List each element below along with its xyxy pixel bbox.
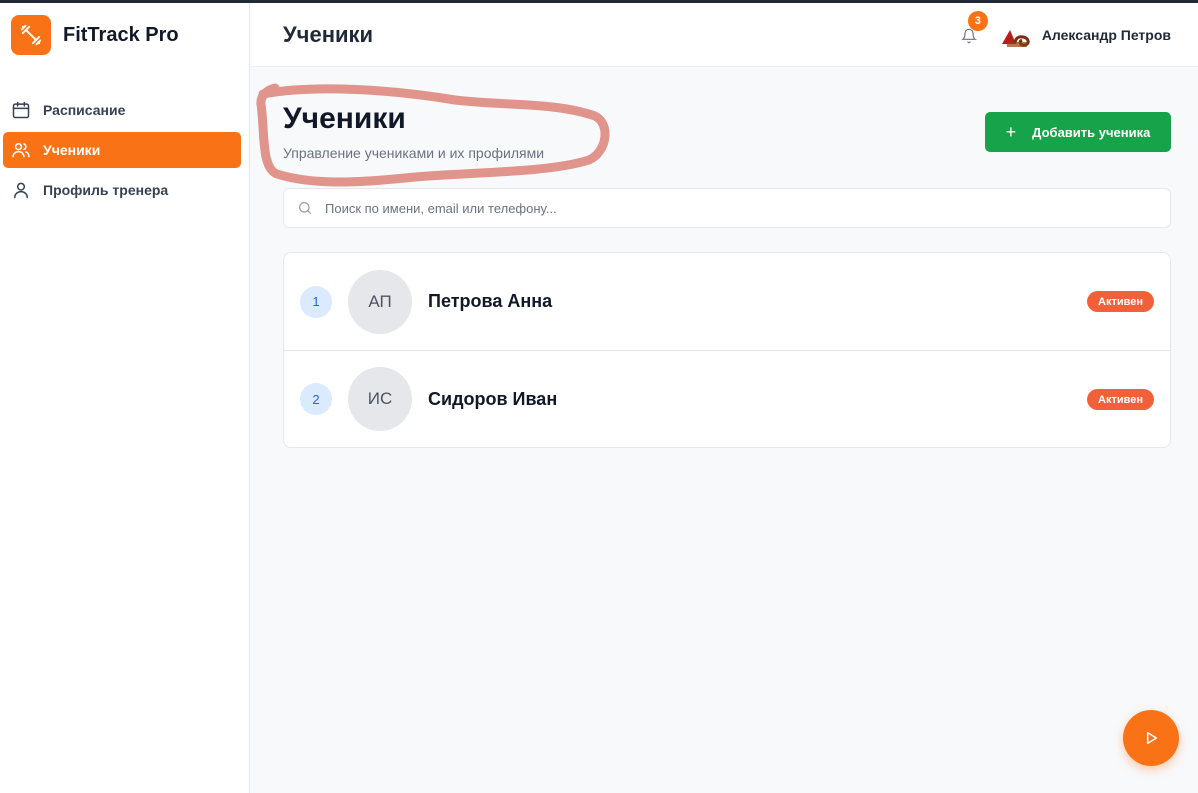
- list-item[interactable]: 2 ИС Сидоров Иван Активен: [284, 350, 1170, 447]
- add-student-button[interactable]: + Добавить ученика: [985, 112, 1171, 152]
- search-icon: [299, 202, 311, 214]
- sidebar-item-students[interactable]: Ученики: [3, 132, 241, 168]
- student-name[interactable]: Сидоров Иван: [428, 389, 557, 410]
- status-badge: Активен: [1087, 389, 1154, 410]
- search-input[interactable]: [325, 200, 1145, 216]
- student-name[interactable]: Петрова Анна: [428, 291, 552, 312]
- student-index: 1: [300, 285, 332, 318]
- search-bar[interactable]: [283, 188, 1171, 228]
- calendar-icon: [11, 100, 31, 120]
- top-header: Ученики 3 Александр Петров: [251, 3, 1198, 67]
- floating-action-button[interactable]: [1123, 710, 1179, 766]
- students-list: 1 АП Петрова Анна Активен 2 ИС Сидоров И…: [283, 252, 1171, 448]
- play-icon: [1146, 731, 1158, 745]
- notifications-button[interactable]: 3: [960, 11, 988, 45]
- user-avatar[interactable]: [998, 18, 1033, 52]
- list-item[interactable]: 1 АП Петрова Анна Активен: [284, 253, 1170, 350]
- sidebar-item-schedule[interactable]: Расписание: [3, 92, 241, 128]
- users-icon: [11, 140, 31, 160]
- add-student-label: Добавить ученика: [1032, 124, 1151, 140]
- sidebar-item-trainer-profile[interactable]: Профиль тренера: [3, 172, 241, 208]
- sidebar-item-label: Ученики: [43, 142, 101, 158]
- page-subtitle: Управление учениками и их профилями: [283, 145, 545, 161]
- sidebar: FitTrack Pro Расписание Ученики Профиль …: [0, 3, 250, 793]
- notification-count-badge: 3: [967, 11, 988, 31]
- avatar: АП: [348, 269, 412, 334]
- user-name[interactable]: Александр Петров: [1042, 27, 1171, 43]
- header-actions: 3 Александр Петров: [960, 3, 1171, 67]
- dumbbell-icon: [11, 15, 51, 55]
- page-title: Ученики: [283, 102, 406, 135]
- header-title: Ученики: [283, 21, 374, 47]
- brand-name: FitTrack Pro: [63, 23, 179, 46]
- status-badge: Активен: [1087, 291, 1154, 312]
- plus-icon: +: [1005, 121, 1017, 142]
- student-index: 2: [300, 383, 332, 415]
- sidebar-item-label: Профиль тренера: [43, 182, 169, 198]
- brand[interactable]: FitTrack Pro: [0, 3, 249, 67]
- sidebar-nav: Расписание Ученики Профиль тренера: [0, 92, 249, 208]
- user-icon: [11, 180, 31, 200]
- highlight-annotation: [256, 83, 610, 187]
- sidebar-item-label: Расписание: [43, 102, 126, 118]
- avatar: ИС: [348, 367, 412, 431]
